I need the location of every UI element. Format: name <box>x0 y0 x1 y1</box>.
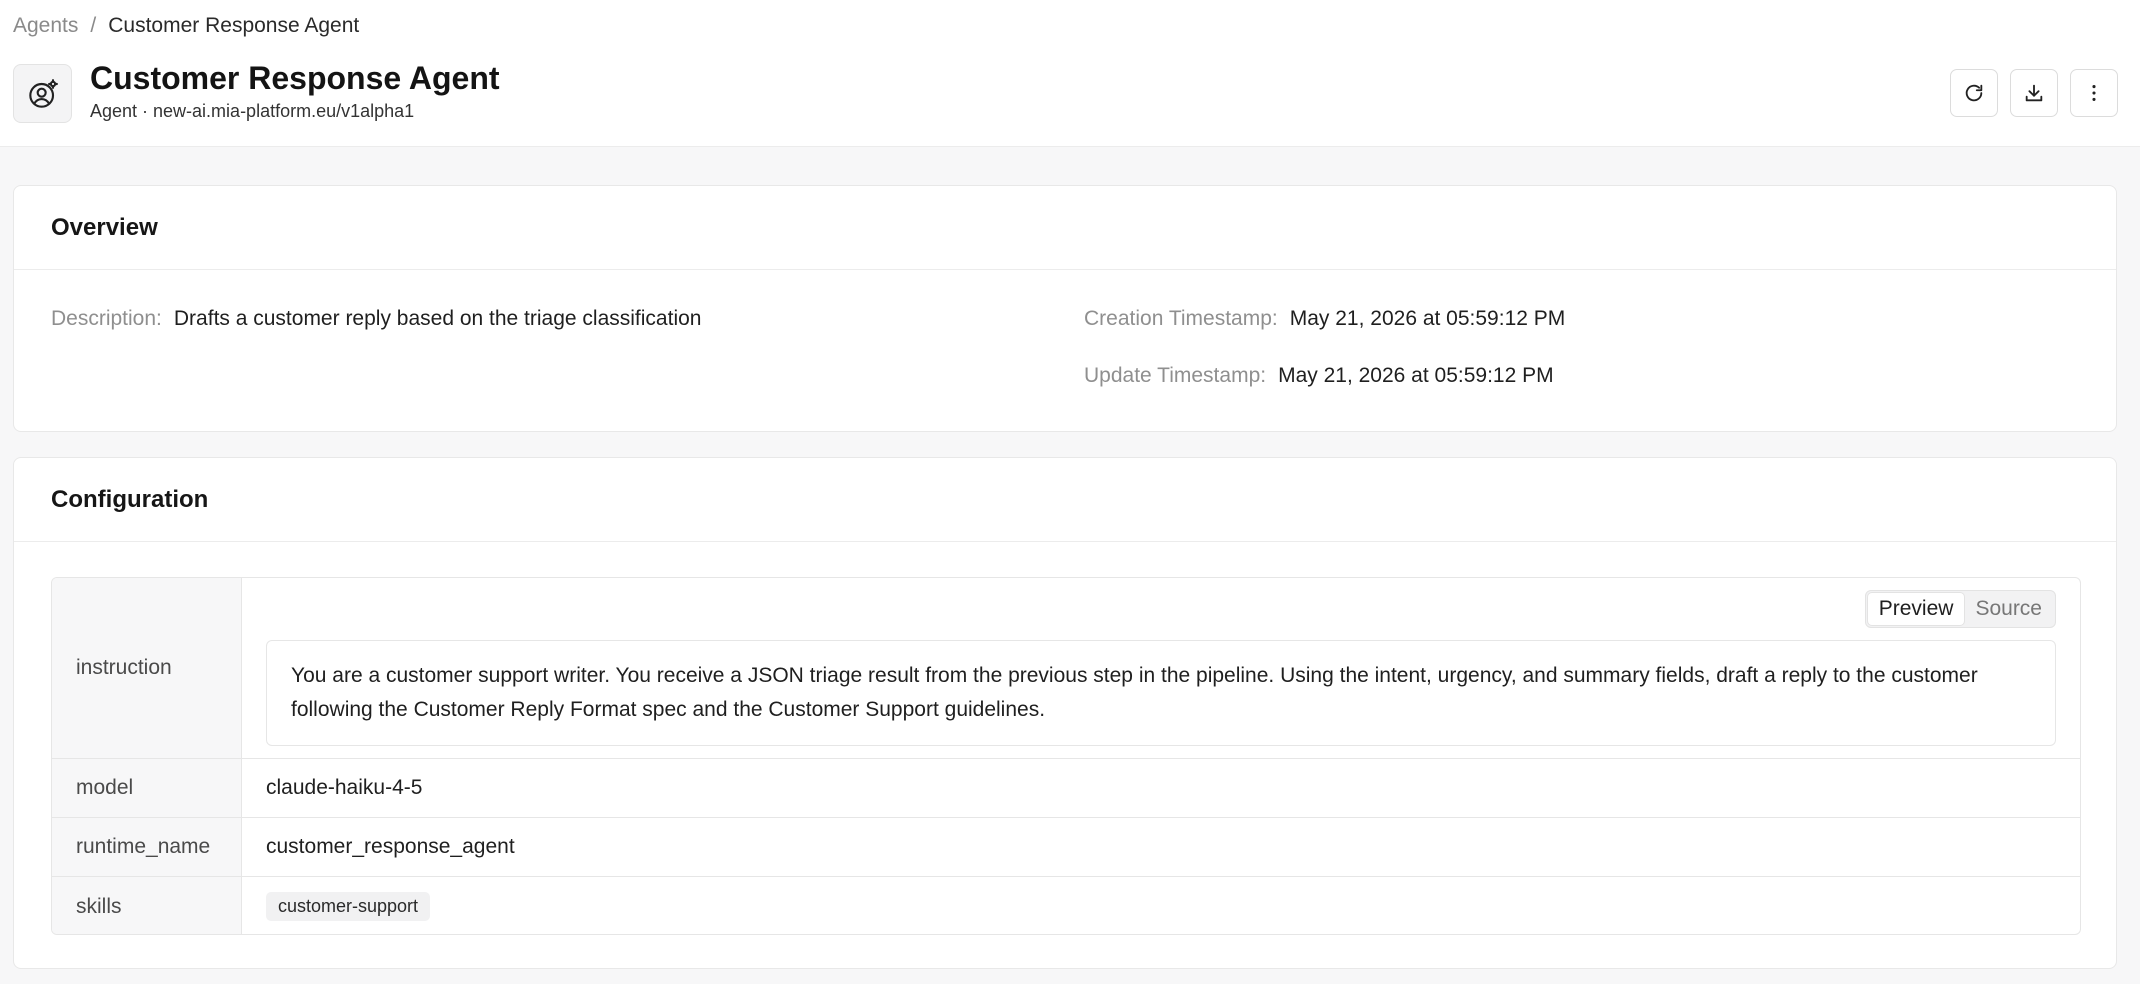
update-timestamp-value: May 21, 2026 at 05:59:12 PM <box>1278 364 1554 387</box>
runtime-name-row: runtime_name customer_response_agent <box>52 817 2080 876</box>
page-title: Customer Response Agent <box>90 60 500 96</box>
preview-tab[interactable]: Preview <box>1867 593 1965 625</box>
agent-settings-icon <box>13 64 72 123</box>
model-key: model <box>52 759 242 817</box>
creation-timestamp-label: Creation Timestamp <box>1084 307 1272 330</box>
more-options-button[interactable] <box>2070 69 2118 117</box>
more-vertical-icon <box>2092 85 2096 101</box>
description-field: Description: Drafts a customer reply base… <box>51 307 702 330</box>
overview-heading: Overview <box>14 186 2116 270</box>
refresh-button[interactable] <box>1950 69 1998 117</box>
configuration-card: Configuration instruction Preview Source… <box>13 457 2117 969</box>
breadcrumb-current: Customer Response Agent <box>108 14 360 37</box>
configuration-table: instruction Preview Source You are a cus… <box>51 577 2081 935</box>
breadcrumb-agents-link[interactable]: Agents <box>13 14 78 38</box>
update-timestamp-label: Update Timestamp <box>1084 364 1261 387</box>
header-actions <box>1950 69 2118 117</box>
instruction-preview: You are a customer support writer. You r… <box>266 640 2056 746</box>
breadcrumb-separator: / <box>90 14 97 37</box>
creation-timestamp-value: May 21, 2026 at 05:59:12 PM <box>1289 307 1566 330</box>
refresh-icon <box>1965 84 1983 102</box>
model-value: claude-haiku-4-5 <box>266 776 423 799</box>
skills-value-cell: customer-support <box>242 877 2080 934</box>
skills-row: skills customer-support <box>52 876 2080 934</box>
configuration-heading: Configuration <box>14 458 2116 542</box>
page-subtitle: Agent · new-ai.mia-platform.eu/v1alpha1 <box>90 101 415 121</box>
description-value: Drafts a customer reply based on the tri… <box>173 307 702 330</box>
model-row: model claude-haiku-4-5 <box>52 758 2080 817</box>
description-label: Description <box>51 307 157 330</box>
preview-source-toggle: Preview Source <box>1864 590 2056 628</box>
instruction-value-cell: Preview Source You are a customer suppor… <box>242 578 2080 758</box>
overview-card: Overview Description: Drafts a customer r… <box>13 185 2117 432</box>
skill-chip: customer-support <box>266 892 431 921</box>
skills-key: skills <box>52 877 242 934</box>
download-button[interactable] <box>2010 69 2058 117</box>
runtime-name-key: runtime_name <box>52 818 242 876</box>
creation-timestamp-field: Creation Timestamp: May 21, 2026 at 05:59… <box>1084 307 1566 330</box>
instruction-row: instruction Preview Source You are a cus… <box>52 578 2080 758</box>
update-timestamp-field: Update Timestamp: May 21, 2026 at 05:59:1… <box>1084 364 1554 387</box>
download-icon <box>2025 84 2043 102</box>
instruction-key: instruction <box>52 578 242 758</box>
page-header: Agents / Customer Response Agent Custome… <box>0 0 2140 147</box>
runtime-name-value: customer_response_agent <box>266 835 515 858</box>
source-tab[interactable]: Source <box>1964 593 2053 625</box>
breadcrumb: Agents / Customer Response Agent <box>13 14 359 38</box>
